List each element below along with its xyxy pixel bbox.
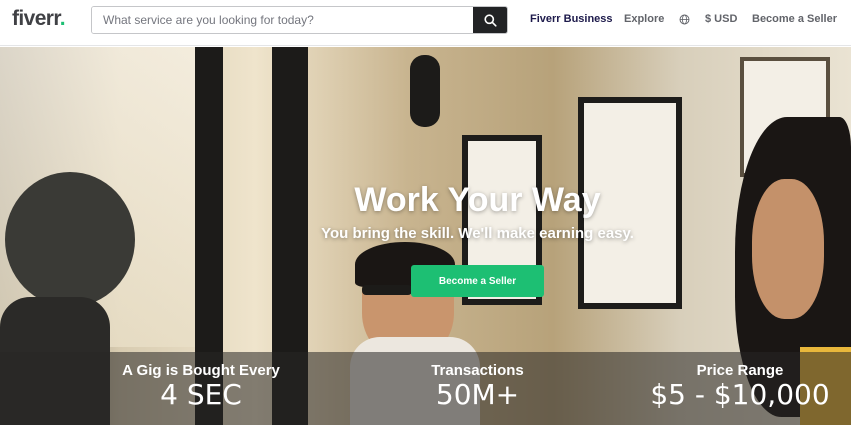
site-header: fiverr. Fiverr Business Explore $ USD Be… (0, 0, 851, 46)
search-icon (483, 13, 497, 27)
stats-band: A Gig is Bought Every 4 SEC Transactions… (0, 352, 851, 425)
stat-label: Transactions (431, 362, 524, 379)
search-button[interactable] (473, 7, 507, 33)
stat-gig-frequency: A Gig is Bought Every 4 SEC (115, 362, 287, 411)
hero-title: Work Your Way (354, 181, 601, 219)
nav-fiverr-business[interactable]: Fiverr Business (530, 13, 613, 25)
stat-transactions: Transactions 50M+ (405, 362, 550, 411)
nav-explore[interactable]: Explore (624, 13, 664, 25)
logo-dot: . (59, 7, 66, 30)
stat-label: Price Range (696, 362, 784, 379)
stat-label: A Gig is Bought Every (122, 362, 280, 379)
hero-banner: Work Your Way You bring the skill. We'll… (0, 47, 851, 425)
background-person-glasses (362, 285, 412, 295)
globe-icon[interactable] (679, 14, 690, 28)
search-input[interactable] (92, 7, 473, 33)
become-seller-button[interactable]: Become a Seller (411, 265, 544, 297)
nav-currency[interactable]: $ USD (705, 13, 737, 25)
search-bar (91, 6, 508, 34)
background-wall-lamp (410, 55, 440, 127)
stat-value: 4 SEC (160, 378, 242, 411)
fiverr-logo[interactable]: fiverr. (12, 7, 66, 31)
stat-price-range: Price Range $5 - $10,000 (650, 362, 830, 411)
hero-subtitle: You bring the skill. We'll make earning … (321, 225, 634, 242)
stat-value: $5 - $10,000 (650, 378, 830, 411)
nav-become-seller[interactable]: Become a Seller (752, 13, 837, 25)
logo-text: fiverr (12, 7, 60, 30)
stat-value: 50M+ (435, 378, 520, 411)
